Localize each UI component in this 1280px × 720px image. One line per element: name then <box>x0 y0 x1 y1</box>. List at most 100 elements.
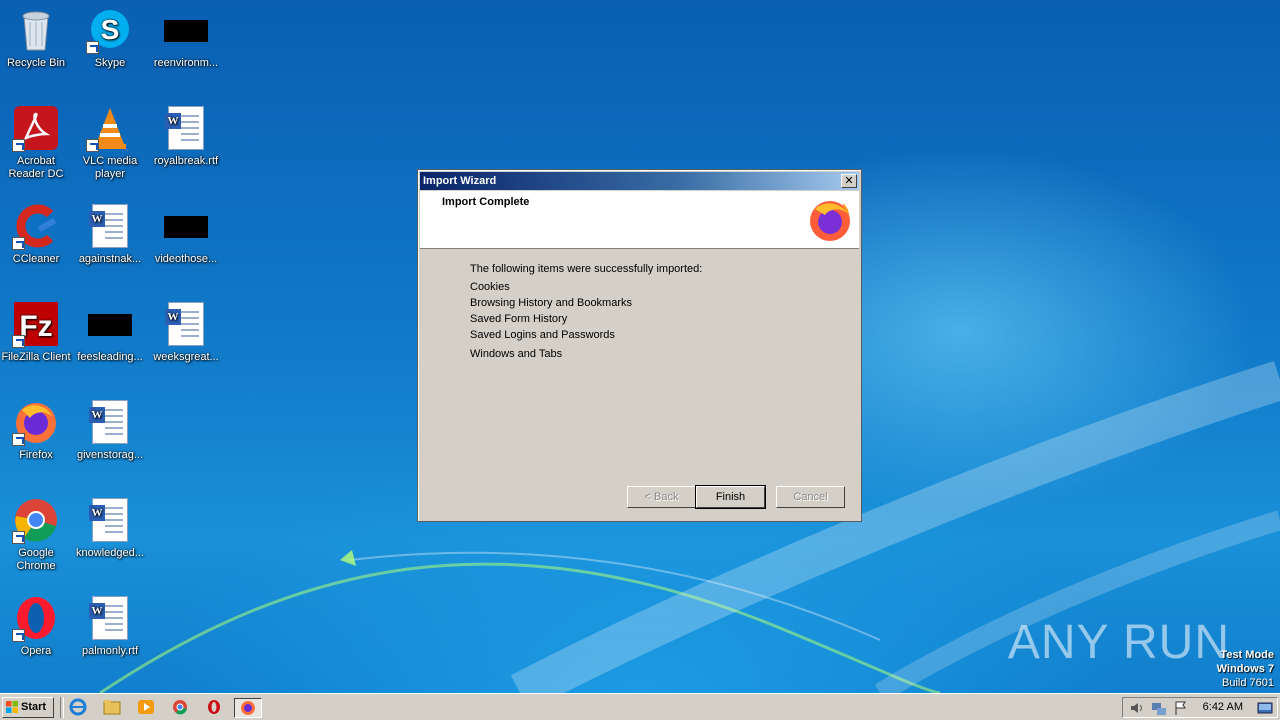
desktop-icon-label: reenvironm... <box>153 57 219 69</box>
word-document-icon: W <box>86 398 134 446</box>
desktop-icon-vlc[interactable]: VLC media player <box>72 104 148 181</box>
desktop-icon-filezilla[interactable]: Fz FileZilla Client <box>0 300 74 364</box>
desktop-icon-label: Firefox <box>19 449 53 461</box>
cancel-button[interactable]: Cancel <box>776 486 845 508</box>
firefox-logo-icon <box>810 201 850 241</box>
chrome-taskbar-icon[interactable] <box>170 698 190 716</box>
taskbar-separator <box>60 697 64 718</box>
system-tray: 6:42 AM <box>1122 697 1278 718</box>
desktop-icon-label: Recycle Bin <box>6 57 66 69</box>
opera-icon <box>12 594 60 642</box>
chrome-icon <box>12 496 60 544</box>
back-button[interactable]: < Back <box>627 486 696 508</box>
desktop-icon-recycle-bin[interactable]: Recycle Bin <box>0 6 74 70</box>
test-mode-notice: Test Mode Windows 7 Build 7601 <box>1217 648 1274 690</box>
desktop-icon-firefox[interactable]: Firefox <box>0 398 74 462</box>
explorer-folder-icon[interactable] <box>102 698 122 716</box>
word-document-icon: W <box>86 594 134 642</box>
shortcut-arrow-icon <box>12 433 25 446</box>
black-thumbnail-icon <box>162 202 210 250</box>
imported-item: Saved Form History <box>470 313 568 325</box>
desktop-icon-label: knowledged... <box>76 547 144 559</box>
desktop-icon-acrobat[interactable]: Acrobat Reader DC <box>0 104 74 181</box>
start-button[interactable]: Start <box>2 697 54 718</box>
desktop-icon-palmonly[interactable]: W palmonly.rtf <box>72 594 148 658</box>
network-icon[interactable] <box>1151 700 1167 716</box>
firefox-taskbar-icon[interactable] <box>234 698 262 718</box>
windows-flag-icon <box>6 701 18 713</box>
desktop-icon-label: videothose... <box>154 253 218 265</box>
desktop-icon-chrome[interactable]: Google Chrome <box>0 496 74 573</box>
show-desktop-icon[interactable] <box>1257 700 1273 716</box>
shortcut-arrow-icon <box>86 139 99 152</box>
import-wizard-dialog: Import Wizard ✕ Import Complete The foll… <box>417 169 862 522</box>
os-label: Windows 7 <box>1216 663 1274 675</box>
build-label: Build 7601 <box>1222 677 1274 689</box>
desktop-icon-label: royalbreak.rtf <box>153 155 219 167</box>
desktop-icon-feesleading[interactable]: feesleading... <box>72 300 148 364</box>
imported-item: Saved Logins and Passwords <box>470 329 615 341</box>
black-thumbnail-icon <box>162 6 210 54</box>
desktop-icon-label: feesleading... <box>77 351 143 363</box>
desktop-icon-label: CCleaner <box>12 253 60 265</box>
taskbar: Start 6:42 AM <box>0 693 1280 720</box>
shortcut-arrow-icon <box>12 139 25 152</box>
action-center-flag-icon[interactable] <box>1173 700 1189 716</box>
black-thumbnail-icon <box>86 300 134 348</box>
internet-explorer-icon[interactable] <box>68 698 88 716</box>
recycle-bin-icon <box>12 6 60 54</box>
opera-taskbar-icon[interactable] <box>204 698 224 716</box>
desktop-icon-givenstorag[interactable]: W givenstorag... <box>72 398 148 462</box>
desktop-icon-ccleaner[interactable]: CCleaner <box>0 202 74 266</box>
firefox-icon <box>12 398 60 446</box>
desktop-icon-label: VLC media player <box>82 155 138 180</box>
word-document-icon: W <box>86 496 134 544</box>
desktop-icon-skype[interactable]: S Skype <box>72 6 148 70</box>
dialog-titlebar[interactable]: Import Wizard ✕ <box>420 172 859 190</box>
imported-item: Browsing History and Bookmarks <box>470 297 633 309</box>
desktop-icon-label: FileZilla Client <box>1 351 71 363</box>
desktop-icon-opera[interactable]: Opera <box>0 594 74 658</box>
volume-icon[interactable] <box>1129 700 1145 716</box>
desktop-icon-reenvironm[interactable]: reenvironm... <box>148 6 224 70</box>
vlc-icon <box>86 104 134 152</box>
import-intro: The following items were successfully im… <box>470 263 703 275</box>
shortcut-arrow-icon <box>12 531 25 544</box>
shortcut-arrow-icon <box>12 629 25 642</box>
desktop-icon-label: givenstorag... <box>76 449 144 461</box>
ccleaner-icon <box>12 202 60 250</box>
desktop-icon-label: palmonly.rtf <box>81 645 139 657</box>
taskbar-clock[interactable]: 6:42 AM <box>1203 698 1243 717</box>
desktop-icon-againstnak[interactable]: W againstnak... <box>72 202 148 266</box>
close-button[interactable]: ✕ <box>841 174 857 188</box>
word-document-icon: W <box>162 104 210 152</box>
svg-text:S: S <box>101 14 120 45</box>
header-title: Import Complete <box>442 196 530 208</box>
dialog-title: Import Wizard <box>423 175 497 187</box>
finish-button[interactable]: Finish <box>695 485 766 509</box>
dialog-header: Import Complete <box>420 191 859 249</box>
word-document-icon: W <box>86 202 134 250</box>
imported-item: Windows and Tabs <box>470 348 563 360</box>
filezilla-icon: Fz <box>12 300 60 348</box>
desktop-icon-weeksgreat[interactable]: W weeksgreat... <box>148 300 224 364</box>
desktop-icon-label: Google Chrome <box>16 547 56 572</box>
start-label: Start <box>21 701 47 713</box>
word-document-icon: W <box>162 300 210 348</box>
desktop-icon-label: weeksgreat... <box>153 351 219 363</box>
skype-icon: S <box>86 6 134 54</box>
acrobat-icon <box>12 104 60 152</box>
shortcut-arrow-icon <box>12 237 25 250</box>
imported-item: Cookies <box>470 281 510 293</box>
anyrun-watermark: ANY RUN <box>1007 616 1230 669</box>
desktop-icon-label: Skype <box>94 57 126 69</box>
media-player-icon[interactable] <box>136 698 156 716</box>
shortcut-arrow-icon <box>12 335 25 348</box>
test-mode-label: Test Mode <box>1220 649 1274 661</box>
desktop-icon-videothose[interactable]: videothose... <box>148 202 224 266</box>
desktop-icon-knowledged[interactable]: W knowledged... <box>72 496 148 560</box>
shortcut-arrow-icon <box>86 41 99 54</box>
desktop-icon-royalbreak[interactable]: W royalbreak.rtf <box>148 104 224 168</box>
desktop-icon-label: Acrobat Reader DC <box>8 155 64 180</box>
desktop-icon-label: againstnak... <box>78 253 142 265</box>
